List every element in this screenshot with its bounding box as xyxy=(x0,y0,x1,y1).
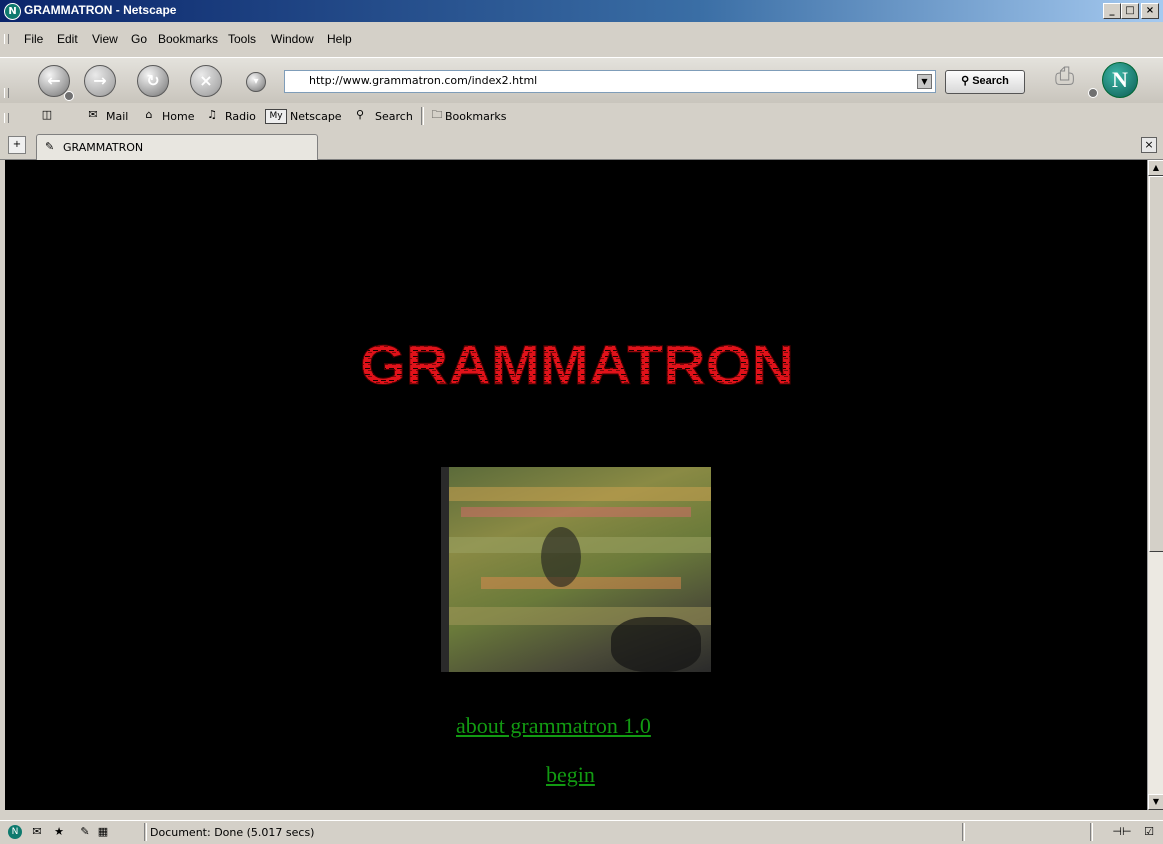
aim-icon[interactable]: ★ xyxy=(52,825,66,839)
menu-bookmarks[interactable]: Bookmarks xyxy=(158,32,218,46)
close-window-button[interactable]: × xyxy=(1141,3,1159,19)
print-dropdown-icon[interactable] xyxy=(1088,88,1098,98)
window-title-bar: N GRAMMATRON - Netscape _ □ × xyxy=(0,0,1163,22)
glitch-landscape-image xyxy=(441,467,711,672)
new-tab-icon[interactable]: + xyxy=(8,136,26,154)
toolbar-grip[interactable] xyxy=(4,88,9,98)
menu-view[interactable]: View xyxy=(92,32,118,46)
close-tab-icon[interactable]: × xyxy=(1141,137,1157,153)
personal-toolbar: ◫ ✉ Mail ⌂ Home ♫ Radio My Netscape ⚲ Se… xyxy=(0,103,1163,132)
minimize-button[interactable]: _ xyxy=(1103,3,1121,19)
composer-icon[interactable]: ✎ xyxy=(78,825,92,839)
menu-help[interactable]: Help xyxy=(327,32,352,46)
toolbar-divider xyxy=(421,107,424,125)
status-divider xyxy=(1090,823,1093,841)
grammatron-logo-text: GRAMMATRON xyxy=(360,333,794,396)
search-icon[interactable]: ⚲ xyxy=(353,109,367,121)
status-text: Document: Done (5.017 secs) xyxy=(150,826,315,839)
menu-tools[interactable]: Tools xyxy=(228,32,256,46)
reload-icon[interactable]: ↻ xyxy=(137,65,169,97)
address-book-icon[interactable]: ▦ xyxy=(96,825,110,839)
search-button-label: Search xyxy=(972,75,1009,87)
tab-bar: + ✎ GRAMMATRON × xyxy=(0,131,1163,161)
forward-icon[interactable]: → xyxy=(84,65,116,97)
maximize-button[interactable]: □ xyxy=(1121,3,1139,19)
grammatron-logo: GRAMMATRON xyxy=(360,333,795,397)
toolbar-home[interactable]: Home xyxy=(162,110,194,123)
back-dropdown-icon[interactable] xyxy=(64,91,74,101)
folder-icon[interactable]: 🗀 xyxy=(430,109,444,121)
vertical-scrollbar[interactable]: ▲ ▼ xyxy=(1147,160,1163,810)
magnifier-icon: ⚲ xyxy=(961,75,973,87)
mail-icon[interactable]: ✉ xyxy=(86,109,100,121)
netscape-app-icon[interactable]: N xyxy=(4,3,21,20)
sidebar-toggle-icon[interactable]: ◫ xyxy=(40,109,54,121)
home-icon[interactable]: ⌂ xyxy=(142,109,156,121)
scroll-thumb[interactable] xyxy=(1149,176,1163,552)
printer-icon[interactable]: ⎙ xyxy=(1055,62,1087,92)
toolbar-mail[interactable]: Mail xyxy=(106,110,128,123)
page-proxy-icon[interactable]: ▾ xyxy=(246,72,266,92)
stop-icon[interactable]: × xyxy=(190,65,222,97)
page-icon: ✎ xyxy=(45,140,55,153)
tab-label: GRAMMATRON xyxy=(63,141,144,154)
url-dropdown-icon[interactable]: ▼ xyxy=(917,74,932,89)
toolbar-bookmarks[interactable]: Bookmarks xyxy=(445,110,506,123)
tab-grammatron[interactable]: ✎ GRAMMATRON xyxy=(36,134,318,161)
toolbar-radio[interactable]: Radio xyxy=(225,110,256,123)
toolbar-netscape[interactable]: Netscape xyxy=(290,110,342,123)
status-divider xyxy=(144,823,147,841)
menu-edit[interactable]: Edit xyxy=(57,32,78,46)
link-begin[interactable]: begin xyxy=(546,762,595,788)
mail-status-icon[interactable]: ✉ xyxy=(30,825,44,839)
status-bar: N ✉ ★ ✎ ▦ Document: Done (5.017 secs) ⊣⊢… xyxy=(0,820,1163,844)
link-about-grammatron[interactable]: about grammatron 1.0 xyxy=(456,713,651,739)
scroll-up-arrow-icon[interactable]: ▲ xyxy=(1148,160,1163,176)
toolbar-search[interactable]: Search xyxy=(375,110,413,123)
menu-file[interactable]: File xyxy=(24,32,43,46)
navigation-toolbar: ← → ↻ × ▾ ▼ ⚲ Search ⎙ N xyxy=(0,57,1163,105)
radio-icon[interactable]: ♫ xyxy=(205,109,219,121)
menu-bar: File Edit View Go Bookmarks Tools Window… xyxy=(0,22,1163,57)
page-content: GRAMMATRON about grammatron 1.0 begin … … xyxy=(5,160,1147,810)
status-divider xyxy=(962,823,965,841)
menu-go[interactable]: Go xyxy=(131,32,147,46)
online-connection-icon[interactable]: ⊣⊢ xyxy=(1110,825,1134,839)
navigator-icon[interactable]: N xyxy=(8,825,22,839)
security-lock-icon[interactable]: ☑ xyxy=(1142,825,1156,839)
netscape-throbber-icon[interactable]: N xyxy=(1102,62,1138,98)
url-input[interactable] xyxy=(285,71,909,90)
url-bar[interactable]: ▼ xyxy=(284,70,936,93)
scroll-down-arrow-icon[interactable]: ▼ xyxy=(1148,794,1163,810)
link-cutoff[interactable]: … (“… … …”) xyxy=(255,808,460,810)
toolbar-grip[interactable] xyxy=(4,34,9,44)
toolbar-grip[interactable] xyxy=(4,113,9,123)
window-title: GRAMMATRON - Netscape xyxy=(24,3,177,17)
search-button[interactable]: ⚲ Search xyxy=(945,70,1025,94)
menu-window[interactable]: Window xyxy=(271,32,314,46)
my-netscape-icon[interactable]: My xyxy=(265,109,287,124)
